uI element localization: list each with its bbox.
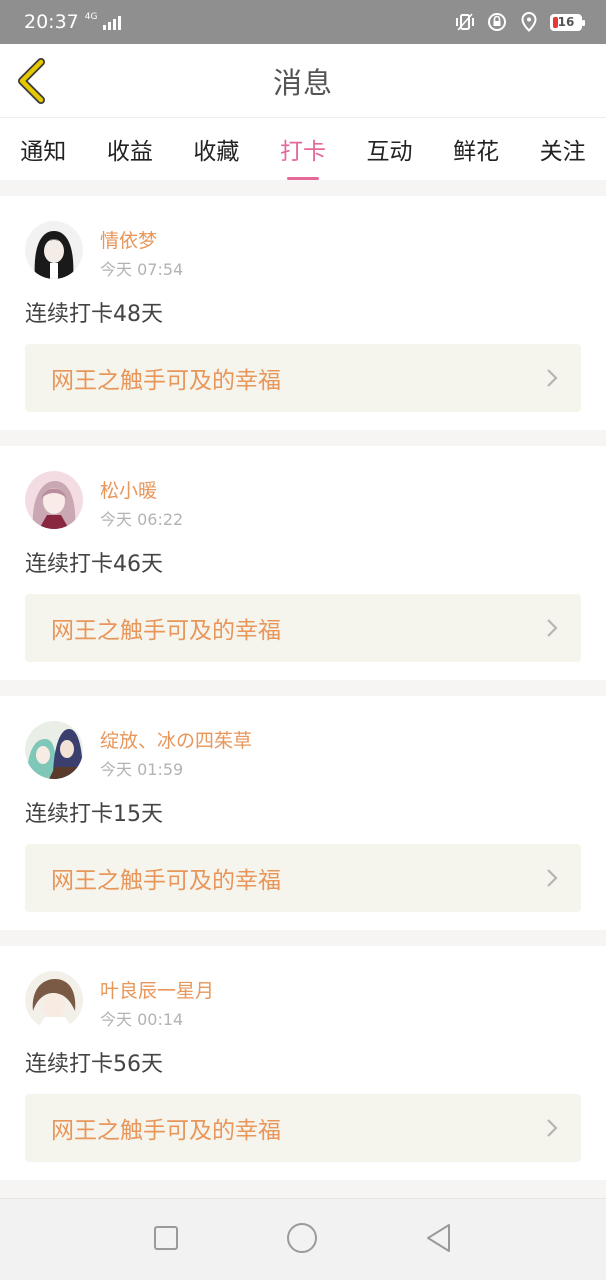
- tab-bar: 通知 收益 收藏 打卡 互动 鲜花 关注: [0, 118, 606, 180]
- avatar[interactable]: [25, 471, 83, 529]
- back-button[interactable]: [14, 58, 54, 104]
- post-time: 今天 00:14: [100, 1010, 184, 1029]
- avatar[interactable]: [25, 721, 83, 779]
- post-time: 今天 06:22: [100, 510, 184, 529]
- user-name[interactable]: 绽放、冰の四茱草: [100, 726, 252, 753]
- tab-favorites[interactable]: 收藏: [189, 126, 243, 172]
- book-title: 网王之触手可及的幸福: [51, 1118, 281, 1144]
- status-left: 20:37 4G: [24, 11, 122, 33]
- lock-rotation-icon: [486, 11, 508, 33]
- network-type: 4G: [84, 11, 98, 22]
- tab-earnings[interactable]: 收益: [103, 126, 157, 172]
- location-icon: [518, 11, 540, 33]
- recent-apps-button[interactable]: [152, 1224, 180, 1256]
- home-button[interactable]: [285, 1221, 319, 1259]
- status-right: 16: [454, 11, 585, 33]
- chevron-right-icon: [547, 869, 558, 887]
- post-time: 今天 01:59: [100, 760, 184, 779]
- tab-notifications[interactable]: 通知: [16, 126, 70, 172]
- chevron-right-icon: [547, 619, 558, 637]
- list-item: 松小暖 今天 06:22 连续打卡46天 网王之触手可及的幸福: [0, 446, 606, 680]
- list-item: 叶良辰一星月 今天 00:14 连续打卡56天 网王之触手可及的幸福: [0, 946, 606, 1180]
- book-link[interactable]: 网王之触手可及的幸福: [25, 1094, 581, 1162]
- avatar[interactable]: [25, 221, 83, 279]
- circle-icon: [286, 1222, 317, 1253]
- tab-interactions[interactable]: 互动: [363, 126, 417, 172]
- tab-flowers[interactable]: 鲜花: [449, 126, 503, 172]
- signal-icon: [103, 14, 122, 30]
- checkin-text: 连续打卡48天: [25, 302, 163, 327]
- status-bar: 20:37 4G 16: [0, 0, 606, 44]
- post-time: 今天 07:54: [100, 260, 184, 279]
- book-title: 网王之触手可及的幸福: [51, 618, 281, 644]
- checkin-feed: 情依梦 今天 07:54 连续打卡48天 网王之触手可及的幸福 松小暖 今天 0…: [0, 196, 606, 1196]
- book-link[interactable]: 网王之触手可及的幸福: [25, 844, 581, 912]
- book-link[interactable]: 网王之触手可及的幸福: [25, 344, 581, 412]
- vibrate-icon: [454, 11, 476, 33]
- battery-icon: 16: [550, 13, 585, 31]
- chevron-right-icon: [547, 1119, 558, 1137]
- status-time: 20:37: [24, 11, 79, 33]
- user-name[interactable]: 叶良辰一星月: [100, 976, 214, 1003]
- book-title: 网王之触手可及的幸福: [51, 868, 281, 894]
- chevron-right-icon: [547, 369, 558, 387]
- book-link[interactable]: 网王之触手可及的幸福: [25, 594, 581, 662]
- header: 消息: [0, 44, 606, 118]
- checkin-text: 连续打卡46天: [25, 552, 163, 577]
- triangle-back-icon: [426, 1223, 450, 1252]
- page-title: 消息: [272, 65, 333, 100]
- list-item: 情依梦 今天 07:54 连续打卡48天 网王之触手可及的幸福: [0, 196, 606, 430]
- user-name[interactable]: 情依梦: [100, 226, 157, 253]
- list-item: 绽放、冰の四茱草 今天 01:59 连续打卡15天 网王之触手可及的幸福: [0, 696, 606, 930]
- tab-checkin[interactable]: 打卡: [276, 126, 330, 172]
- avatar[interactable]: [25, 971, 83, 1029]
- book-title: 网王之触手可及的幸福: [51, 368, 281, 394]
- system-nav-bar: [0, 1198, 606, 1280]
- back-chevron-icon: [18, 58, 45, 104]
- tab-following[interactable]: 关注: [536, 126, 590, 172]
- user-name[interactable]: 松小暖: [100, 476, 157, 503]
- battery-level: 16: [557, 15, 575, 29]
- checkin-text: 连续打卡56天: [25, 1052, 163, 1077]
- checkin-text: 连续打卡15天: [25, 802, 163, 827]
- square-icon: [154, 1225, 179, 1250]
- system-back-button[interactable]: [424, 1222, 454, 1258]
